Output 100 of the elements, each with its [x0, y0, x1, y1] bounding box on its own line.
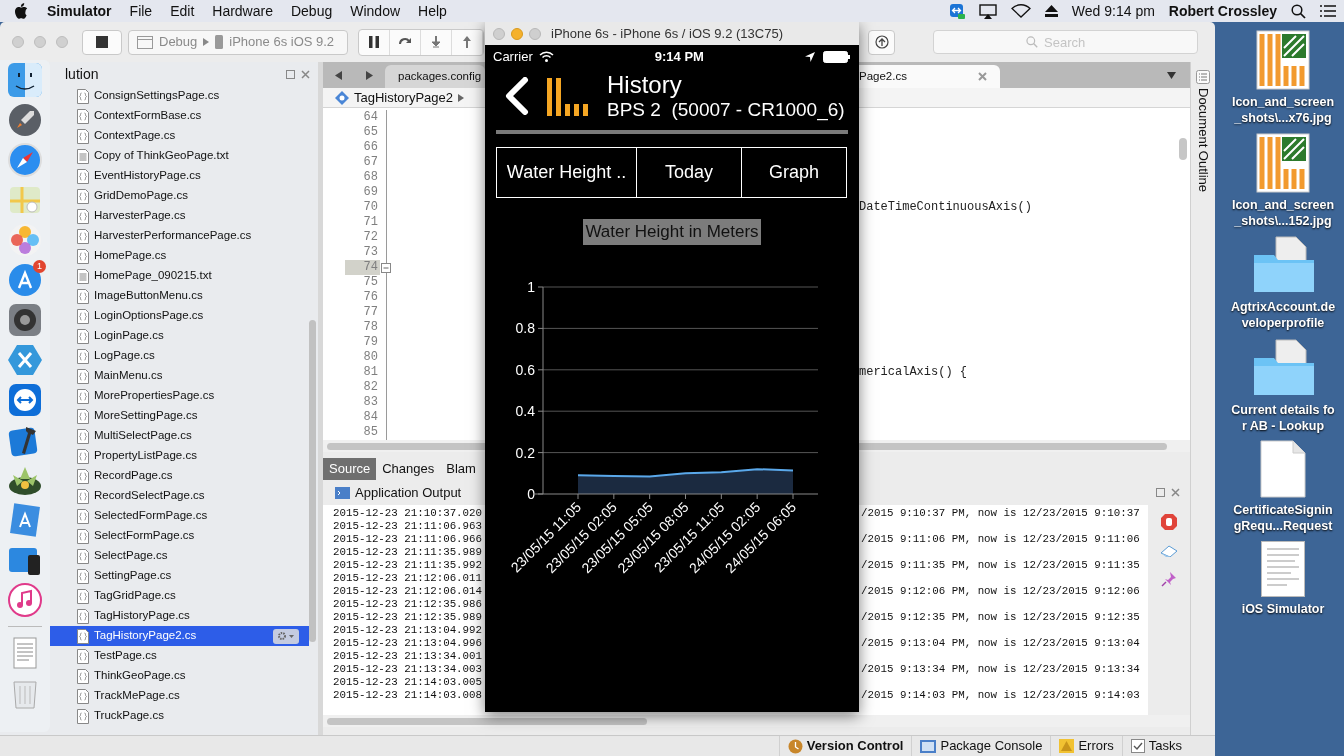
file-label[interactable]: iOS Simulator: [1230, 600, 1336, 617]
compass-icon[interactable]: [8, 143, 42, 177]
stop-sign-icon[interactable]: [1160, 513, 1178, 531]
eject-icon[interactable]: [1044, 5, 1058, 17]
menu-item[interactable]: File: [120, 0, 162, 22]
project-entry[interactable]: ContextFormBase.cs: [50, 106, 309, 126]
project-entry[interactable]: HomePage.cs: [50, 246, 309, 266]
dropdown-caret-icon[interactable]: [1167, 72, 1176, 80]
project-entry[interactable]: TruckPage.cs: [50, 706, 309, 726]
menu-item[interactable]: Help: [409, 0, 456, 22]
status-bar-button[interactable]: Tasks: [1121, 735, 1190, 756]
option-button[interactable]: Today: [637, 147, 742, 198]
source-tab[interactable]: Blam: [440, 458, 476, 480]
close-icon[interactable]: [1171, 488, 1180, 497]
project-entry[interactable]: SettingPage.cs: [50, 566, 309, 586]
project-entry[interactable]: HarvesterPage.cs: [50, 206, 309, 226]
stop-button[interactable]: [82, 29, 122, 55]
file-label[interactable]: AgtrixAccount.developerprofile: [1230, 299, 1336, 332]
search-icon[interactable]: [1291, 3, 1306, 19]
project-entry[interactable]: HarvesterPerformancePage.cs: [50, 226, 309, 246]
rocket-icon[interactable]: [8, 103, 42, 137]
fold-icon[interactable]: [381, 262, 391, 273]
project-entry[interactable]: ConsignSettingsPage.cs: [50, 86, 309, 106]
scrollbar-thumb[interactable]: [327, 717, 647, 725]
project-entry[interactable]: LoginPage.cs: [50, 326, 309, 346]
project-entry[interactable]: SelectFormPage.cs: [50, 526, 309, 546]
upload-button[interactable]: [868, 29, 895, 55]
project-entry[interactable]: SelectedFormPage.cs: [50, 506, 309, 526]
x-hexagon-icon[interactable]: [8, 343, 42, 377]
project-entry[interactable]: TestPage.cs: [50, 646, 309, 666]
scrollbar-thumb[interactable]: [309, 320, 316, 642]
music-note-icon[interactable]: [8, 583, 42, 617]
project-entry[interactable]: LoginOptionsPage.cs: [50, 306, 309, 326]
outline-icon[interactable]: [1196, 70, 1210, 84]
project-entry[interactable]: ThinkGeoPage.cs: [50, 666, 309, 686]
project-entry[interactable]: EventHistoryPage.cs: [50, 166, 309, 186]
file-label[interactable]: Icon_and_screen_shots\...152.jpg: [1230, 196, 1336, 229]
source-tab[interactable]: Source: [323, 458, 377, 480]
project-entry[interactable]: PropertyListPage.cs: [50, 446, 309, 466]
finder-face-icon[interactable]: [8, 63, 42, 97]
option-button[interactable]: Graph: [742, 147, 847, 198]
project-entry[interactable]: MainMenu.cs: [50, 366, 309, 386]
letter-a-icon[interactable]: [8, 263, 42, 297]
scrollbar-thumb[interactable]: [1179, 138, 1187, 160]
menu-item[interactable]: Edit: [161, 0, 204, 22]
breadcrumb-item[interactable]: TagHistoryPage2: [354, 87, 453, 108]
list-icon[interactable]: [1320, 5, 1336, 17]
project-entry[interactable]: TagGridPage.cs: [50, 586, 309, 606]
project-entry[interactable]: TagHistoryPage2.cs: [50, 626, 309, 646]
image-thumbnail-icon[interactable]: [1256, 132, 1310, 193]
user-name[interactable]: Robert Crossley: [1168, 0, 1277, 22]
project-entry[interactable]: ContextPage.cs: [50, 126, 309, 146]
menu-item[interactable]: Debug: [281, 0, 342, 22]
menu-item[interactable]: Hardware: [203, 0, 282, 22]
project-entry[interactable]: GridDemoPage.cs: [50, 186, 309, 206]
screen-mirroring-icon[interactable]: [978, 3, 997, 19]
project-entry[interactable]: ImageButtonMenu.cs: [50, 286, 309, 306]
close-icon[interactable]: [301, 69, 310, 79]
back-arrow-icon[interactable]: [335, 70, 342, 80]
editor-tab[interactable]: packages.config: [385, 65, 485, 88]
flower-icon[interactable]: [8, 223, 42, 257]
project-entry[interactable]: LogPage.cs: [50, 346, 309, 366]
project-entry[interactable]: RecordSelectPage.cs: [50, 486, 309, 506]
pin-icon[interactable]: [1161, 571, 1177, 587]
side-tab[interactable]: Document Outline: [1193, 88, 1213, 193]
file-label[interactable]: Icon_and_screen_shots\...x76.jpg: [1230, 94, 1336, 127]
project-entry[interactable]: MultiSelectPage.cs: [50, 426, 309, 446]
wifi-icon[interactable]: [1010, 4, 1031, 18]
project-entry[interactable]: TagHistoryPage.cs: [50, 606, 309, 626]
project-entry[interactable]: MoreSettingPage.cs: [50, 406, 309, 426]
project-entry[interactable]: TrackMePage.cs: [50, 686, 309, 706]
back-chevron-icon[interactable]: [503, 77, 529, 115]
status-bar-button[interactable]: Version Control: [778, 735, 912, 756]
document-thumbnail-icon[interactable]: [1261, 540, 1305, 597]
eraser-icon[interactable]: [1160, 545, 1178, 557]
option-button[interactable]: Water Height ..: [496, 147, 637, 198]
status-bar-button[interactable]: Errors: [1050, 735, 1122, 756]
project-entry[interactable]: SelectPage.cs: [50, 546, 309, 566]
status-bar-button[interactable]: Package Console: [911, 735, 1051, 756]
app-menu[interactable]: Simulator: [38, 0, 121, 22]
maximize-icon[interactable]: [286, 69, 295, 79]
forward-arrow-icon[interactable]: [366, 70, 373, 80]
file-label[interactable]: Current details for AB - Lookup: [1230, 401, 1336, 434]
source-tab[interactable]: Changes: [376, 458, 441, 480]
arrows-icon[interactable]: [8, 383, 42, 417]
remote-control-icon[interactable]: [948, 3, 965, 19]
file-label[interactable]: CertificateSigningRequ...Request: [1230, 502, 1336, 535]
maximize-icon[interactable]: [1156, 488, 1165, 497]
project-entry[interactable]: Copy of ThinkGeoPage.txt: [50, 146, 309, 166]
project-entry[interactable]: HomePage_090215.txt: [50, 266, 309, 286]
project-entry[interactable]: RecordPage.cs: [50, 466, 309, 486]
project-entry[interactable]: MorePropertiesPage.cs: [50, 386, 309, 406]
menu-item[interactable]: Window: [341, 0, 410, 22]
document-icon[interactable]: [1260, 440, 1306, 498]
menu-clock[interactable]: Wed 9:14 pm: [1071, 0, 1155, 22]
gear-dropdown-button[interactable]: [273, 628, 299, 644]
image-thumbnail-icon[interactable]: [1256, 30, 1310, 90]
apple-icon[interactable]: [14, 3, 28, 19]
close-icon[interactable]: [978, 72, 987, 81]
editor-tab[interactable]: Page2.cs: [859, 65, 1000, 88]
